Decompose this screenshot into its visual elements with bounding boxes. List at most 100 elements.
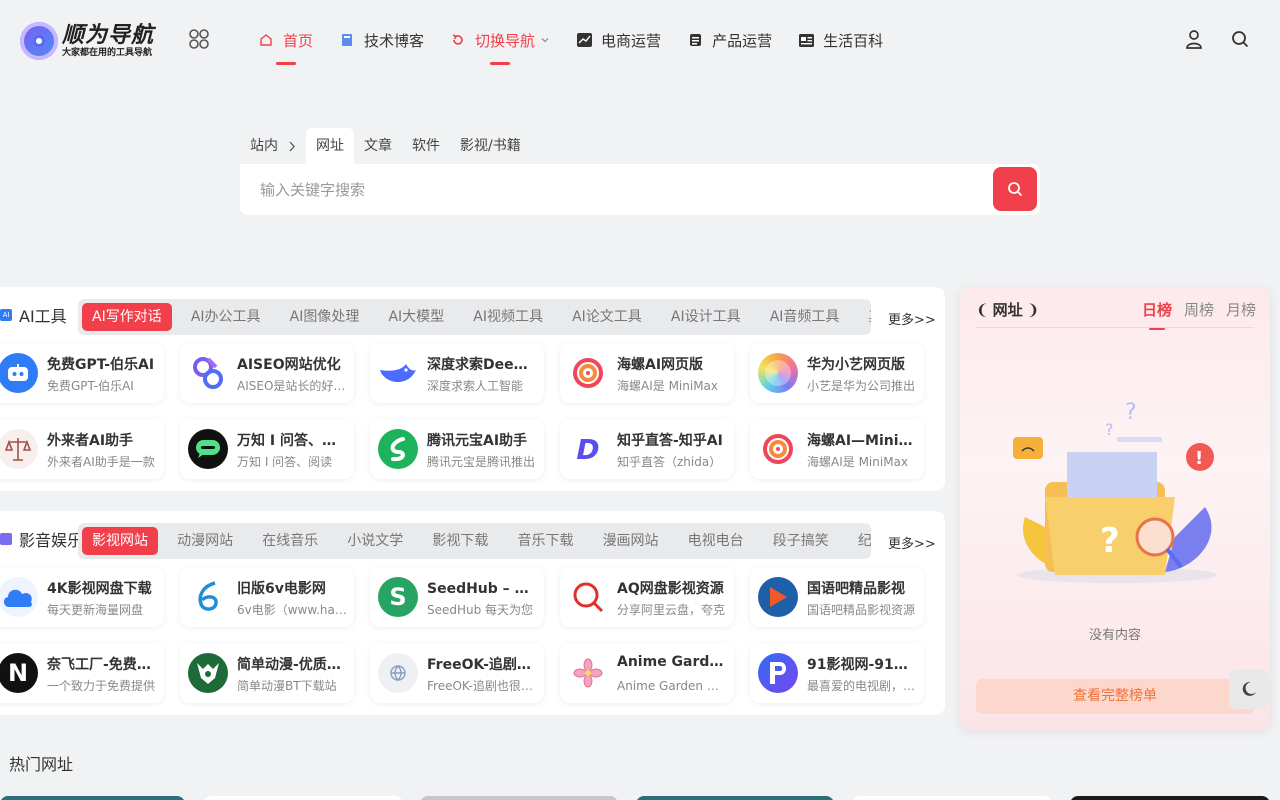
panel-title: AI AI工具 (0, 303, 67, 327)
card-desc: 一个致力于免费提供 (47, 679, 156, 693)
site-card[interactable]: 深度求索DeepSeek 深度求索人工智能 (370, 343, 544, 403)
category-tab[interactable]: 其它AI工具 (859, 303, 872, 331)
user-icon[interactable] (1183, 28, 1205, 50)
site-logo[interactable]: 顺为导航 大家都在用的工具导航 (20, 22, 154, 60)
category-tabs: 影视网站 动漫网站 在线音乐 小说文学 影视下载 音乐下载 漫画网站 电视电台 … (78, 523, 871, 559)
category-tab[interactable]: AI音频工具 (760, 303, 850, 331)
ranking-panel: ❨ 网址 ❩ 日榜 周榜 月榜 ? ! ? ? 没有内容 查看完整榜单 (960, 287, 1270, 730)
laurel-right-icon: ❩ (1026, 300, 1040, 319)
card-title: 腾讯元宝AI助手 (427, 433, 528, 449)
search-tab-site[interactable]: 站内 (240, 128, 306, 164)
site-card[interactable]: AQ网盘影视资源 分享阿里云盘，夸克 (560, 567, 734, 627)
search-submit-button[interactable] (993, 167, 1037, 211)
card-desc: 简单动漫BT下载站 (237, 679, 337, 693)
category-tab[interactable]: 影视网站 (82, 527, 158, 555)
site-card[interactable]: S SeedHub – 资源 SeedHub 每天为您 (370, 567, 544, 627)
category-tab[interactable]: AI图像处理 (280, 303, 370, 331)
search-tabs: 站内 网址 文章 软件 影视/书籍 (240, 128, 531, 164)
nav-label: 首页 (283, 31, 314, 50)
zhida-icon: D (568, 429, 608, 469)
category-tab[interactable]: 小说文学 (337, 527, 413, 555)
media-panel: 影音娱乐 影视网站 动漫网站 在线音乐 小说文学 影视下载 音乐下载 漫画网站 … (0, 511, 945, 715)
site-card[interactable]: D 知乎直答-知乎AI 知乎直答（zhida） (560, 419, 734, 479)
search-tab-media[interactable]: 影视/书籍 (450, 128, 531, 164)
search-input[interactable] (240, 164, 980, 215)
site-card[interactable]: Anime Garden Anime Garden 动漫 (560, 643, 734, 703)
site-card[interactable]: AISEO网站优化 AISEO是站长的好帮手 (180, 343, 354, 403)
nav-item-home[interactable]: 首页 (248, 10, 323, 70)
view-full-ranking-button[interactable]: 查看完整榜单 (976, 679, 1254, 714)
nav-item-product-ops[interactable]: 产品运营 (677, 10, 782, 70)
search-icon[interactable] (1229, 28, 1251, 50)
nav-item-life[interactable]: 生活百科 (788, 10, 893, 70)
card-desc: 腾讯元宝是腾讯推出 (427, 455, 536, 469)
site-card[interactable]: FreeOK-追剧也很 FreeOK-追剧也很开心 (370, 643, 544, 703)
divider (976, 327, 1254, 328)
site-card[interactable]: 旧版6v电影网 6v电影（www.hao6v） (180, 567, 354, 627)
category-tab[interactable]: AI视频工具 (463, 303, 553, 331)
site-card[interactable]: 免费GPT-伯乐AI 免费GPT-伯乐AI (0, 343, 164, 403)
nav-item-ecommerce[interactable]: 电商运营 (566, 10, 671, 70)
site-card[interactable]: 91影视网-91影视 最喜爱的电视剧，电影 (750, 643, 924, 703)
site-card[interactable]: 海螺AI—MiniMax 海螺AI是 MiniMax (750, 419, 924, 479)
category-tab[interactable]: 电视电台 (678, 527, 754, 555)
nav-label: 生活百科 (823, 31, 884, 50)
site-card[interactable]: 外来者AI助手 外来者AI助手是一款 (0, 419, 164, 479)
chevron-down-icon (540, 35, 550, 45)
category-tab[interactable]: AI办公工具 (181, 303, 271, 331)
search-tab-software[interactable]: 软件 (402, 128, 450, 164)
category-tab[interactable]: AI写作对话 (82, 303, 172, 331)
p-logo-icon (758, 653, 798, 693)
category-tab[interactable]: AI设计工具 (661, 303, 751, 331)
media-badge-icon (0, 533, 12, 545)
category-tab[interactable]: 影视下载 (422, 527, 498, 555)
more-link[interactable]: 更多>> (888, 309, 936, 328)
search-tab-article[interactable]: 文章 (354, 128, 402, 164)
aiseo-logo-icon (188, 353, 228, 393)
category-tab[interactable]: 漫画网站 (593, 527, 669, 555)
category-tab[interactable]: 在线音乐 (252, 527, 328, 555)
svg-text:?: ? (1105, 420, 1114, 439)
category-tab[interactable]: 段子搞笑 (763, 527, 839, 555)
site-card[interactable]: N 奈飞工厂-免费观影 一个致力于免费提供 (0, 643, 164, 703)
card-desc: 免费GPT-伯乐AI (47, 379, 134, 393)
card-title: 4K影视网盘下载 (47, 581, 152, 597)
site-card[interactable]: 万知 I 问答、阅读 万知 I 问答、阅读 (180, 419, 354, 479)
card-desc: FreeOK-追剧也很开心 (427, 679, 537, 693)
card-title: Anime Garden (617, 654, 727, 670)
six-v-icon (188, 577, 228, 617)
ranking-tab-day[interactable]: 日榜 (1142, 299, 1172, 330)
apps-grid-icon[interactable] (188, 28, 210, 50)
card-title: AQ网盘影视资源 (617, 581, 724, 597)
ranking-tab-month[interactable]: 月榜 (1226, 299, 1256, 320)
ranking-tab-week[interactable]: 周榜 (1184, 299, 1214, 320)
nav-label: 技术博客 (364, 31, 425, 50)
nav-item-switch-nav[interactable]: 切换导航 (440, 10, 560, 70)
card-desc: 每天更新海量网盘 (47, 603, 144, 617)
category-tab[interactable]: 音乐下载 (507, 527, 583, 555)
card-title: 国语吧精品影视 (807, 581, 905, 597)
hot-card-edge (1070, 796, 1270, 800)
nav-item-tech-blog[interactable]: 技术博客 (329, 10, 434, 70)
search-tab-url[interactable]: 网址 (306, 128, 354, 164)
main-nav: 首页 技术博客 切换导航 电商运营 产品运营 生活百科 (248, 10, 899, 70)
dark-mode-toggle-icon[interactable] (1229, 669, 1269, 709)
site-card[interactable]: 国语吧精品影视 国语吧精品影视资源 (750, 567, 924, 627)
ranking-tabs: 日榜 周榜 月榜 (1130, 299, 1256, 330)
document-icon (687, 32, 703, 48)
site-card[interactable]: 腾讯元宝AI助手 腾讯元宝是腾讯推出 (370, 419, 544, 479)
category-tab[interactable]: AI大模型 (378, 303, 454, 331)
site-card[interactable]: 简单动漫-优质动漫 简单动漫BT下载站 (180, 643, 354, 703)
top-navbar: 顺为导航 大家都在用的工具导航 首页 技术博客 切换导航 电商运营 产品运营 生… (10, 10, 1270, 70)
category-tab[interactable]: AI论文工具 (562, 303, 652, 331)
site-card[interactable]: 4K影视网盘下载 每天更新海量网盘 (0, 567, 164, 627)
refresh-icon (450, 32, 466, 48)
logo-subtitle: 大家都在用的工具导航 (62, 47, 153, 58)
more-link[interactable]: 更多>> (888, 533, 936, 552)
site-card[interactable]: 海螺AI网页版 海螺AI是 MiniMax (560, 343, 734, 403)
site-card[interactable]: 华为小艺网页版 小艺是华为公司推出 (750, 343, 924, 403)
category-tab[interactable]: 纪录片 (848, 527, 871, 555)
hot-sites-title: 热门网址 (9, 755, 74, 774)
card-desc: AISEO是站长的好帮手 (237, 379, 347, 393)
category-tab[interactable]: 动漫网站 (167, 527, 243, 555)
